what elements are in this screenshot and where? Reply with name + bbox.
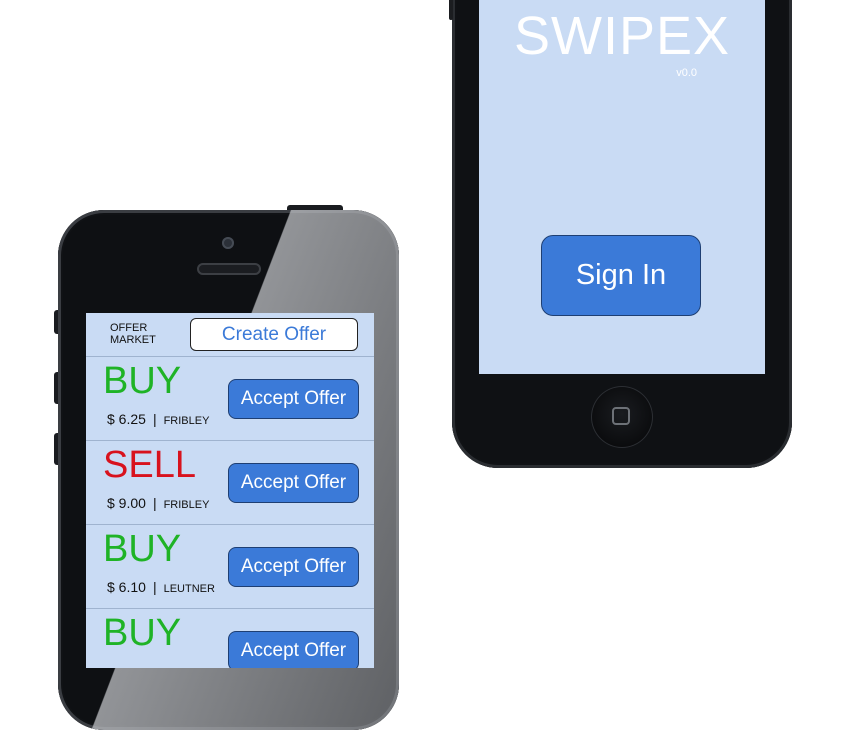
front-camera <box>222 237 234 249</box>
create-offer-button[interactable]: Create Offer <box>190 318 358 351</box>
offer-type: BUY <box>103 360 182 402</box>
offer-row: BUY Accept Offer <box>86 609 374 668</box>
home-square-icon <box>612 407 630 425</box>
volume-button <box>449 0 453 20</box>
offer-price: $ 9.00 <box>107 495 146 511</box>
accept-offer-button[interactable]: Accept Offer <box>228 463 359 503</box>
separator: | <box>152 411 157 427</box>
market-header: OFFER MARKET Create Offer <box>86 313 374 357</box>
offer-row: BUY $ 6.10 | LEUTNER Accept Offer <box>86 525 374 609</box>
offer-location: FRIBLEY <box>163 499 210 511</box>
offer-type: BUY <box>103 528 182 570</box>
offer-details: $ 6.25 | FRIBLEY <box>107 411 209 427</box>
offer-location: LEUTNER <box>163 583 215 595</box>
offer-price: $ 6.25 <box>107 411 146 427</box>
app-logo: SWIPEX <box>513 6 731 66</box>
offer-row: BUY $ 6.25 | FRIBLEY Accept Offer <box>86 357 374 441</box>
offer-details: $ 6.10 | LEUTNER <box>107 579 215 595</box>
market-screen: OFFER MARKET Create Offer BUY $ 6.25 | FRI… <box>86 313 374 668</box>
accept-offer-button[interactable]: Accept Offer <box>228 547 359 587</box>
accept-offer-button[interactable]: Accept Offer <box>228 379 359 419</box>
offer-type: BUY <box>103 612 182 654</box>
offer-price: $ 6.10 <box>107 579 146 595</box>
home-button[interactable] <box>591 386 653 448</box>
offer-location: FRIBLEY <box>163 415 210 427</box>
market-title: OFFER MARKET <box>110 322 156 346</box>
sign-in-button[interactable]: Sign In <box>541 235 701 316</box>
separator: | <box>152 579 157 595</box>
offer-details: $ 9.00 | FRIBLEY <box>107 495 209 511</box>
earpiece-speaker <box>197 263 261 275</box>
signin-screen: SWIPEX v0.0 Sign In <box>479 0 765 374</box>
accept-offer-button[interactable]: Accept Offer <box>228 631 359 668</box>
separator: | <box>152 495 157 511</box>
app-version: v0.0 <box>676 67 697 79</box>
offer-row: SELL $ 9.00 | FRIBLEY Accept Offer <box>86 441 374 525</box>
offer-type: SELL <box>103 444 196 486</box>
